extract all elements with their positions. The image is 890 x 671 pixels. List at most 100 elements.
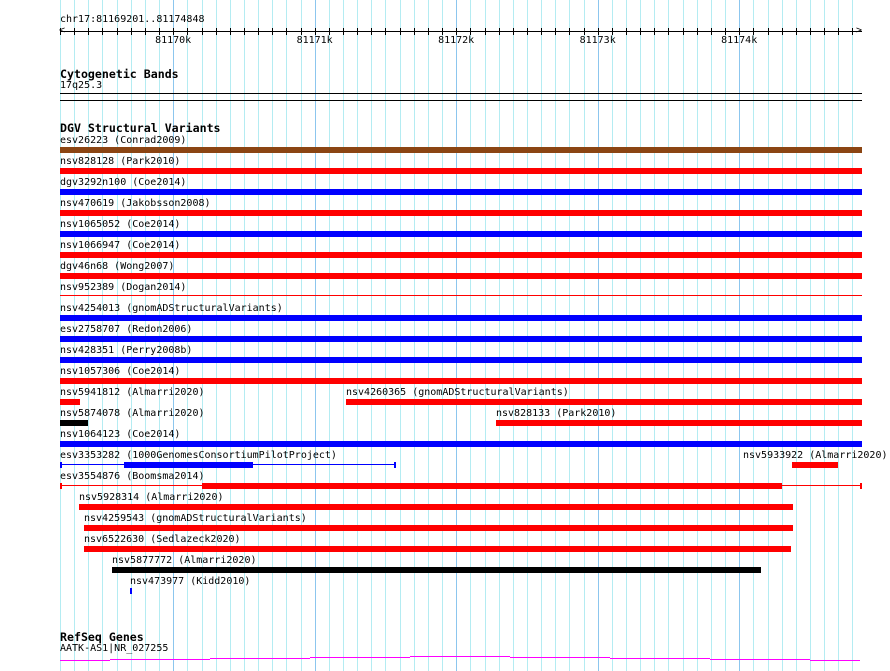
variant-bar[interactable] (792, 462, 839, 468)
variant-label: nsv1057306 (Coe2014) (60, 366, 181, 377)
gene-line-segment (810, 660, 860, 661)
variant-bar[interactable] (345, 399, 862, 405)
ruler-tick (626, 28, 627, 35)
ruler-tick (88, 28, 89, 35)
ruler-tick (202, 28, 203, 35)
ruler-tick (739, 28, 740, 35)
ruler-tick (145, 28, 146, 35)
variant-label: nsv952389 (Dogan2014) (60, 282, 187, 293)
ruler-tick (654, 28, 655, 35)
variant-label: dgv3292n100 (Coe2014) (60, 177, 187, 188)
variant-bar[interactable] (60, 399, 80, 405)
variant-bar[interactable] (60, 189, 862, 195)
variant-bar[interactable] (495, 420, 862, 426)
ruler-tick (230, 28, 231, 35)
track-title: RefSeq Genes (60, 630, 144, 644)
ruler-tick (343, 28, 344, 35)
variant-label: nsv4260365 (gnomADStructuralVariants) (346, 387, 569, 398)
variant-bar[interactable] (111, 567, 762, 573)
ruler-tick (60, 28, 61, 35)
ruler-tick (428, 28, 429, 35)
variant-label: nsv1064123 (Coe2014) (60, 429, 181, 440)
ruler-tick-label: 81171k (296, 35, 333, 46)
ruler-tick (555, 28, 556, 35)
variant-bar[interactable] (60, 295, 862, 296)
ruler-tick (258, 28, 259, 35)
band-label: 17q25.3 (60, 80, 103, 91)
variant-bar[interactable] (60, 147, 862, 153)
variant-label: nsv5874078 (Almarri2020) (60, 408, 205, 419)
variant-bar[interactable] (84, 546, 792, 552)
ruler-tick (753, 28, 754, 35)
ruler-tick (301, 28, 302, 35)
variant-bar[interactable] (60, 210, 862, 216)
variant-label: nsv1066947 (Coe2014) (60, 240, 181, 251)
variant-end-tick (393, 462, 396, 468)
ruler-tick-label: 81174k (721, 35, 758, 46)
ruler-tick (768, 28, 769, 35)
arrow-right-icon: > (856, 25, 863, 36)
ruler-tick (315, 28, 316, 35)
variant-bar[interactable] (60, 378, 862, 384)
ruler-tick (527, 28, 528, 35)
variant-bar[interactable] (84, 525, 793, 531)
variant-label: nsv5877772 (Almarri2020) (112, 555, 257, 566)
gene-line-segment (310, 657, 410, 658)
variant-label: nsv5941812 (Almarri2020) (60, 387, 205, 398)
variant-bar[interactable] (60, 336, 862, 342)
variant-label: esv2758707 (Redon2006) (60, 324, 193, 335)
ruler-tick (697, 28, 698, 35)
ruler-tick (400, 28, 401, 35)
variant-label: nsv1065052 (Coe2014) (60, 219, 181, 230)
variant-label: nsv4254013 (gnomADStructuralVariants) (60, 303, 283, 314)
ruler-tick (541, 28, 542, 35)
variant-label: nsv4259543 (gnomADStructuralVariants) (84, 513, 307, 524)
variant-bar[interactable] (60, 231, 862, 237)
band-line-top (60, 93, 862, 94)
variant-bar[interactable] (129, 588, 132, 594)
ruler-tick (810, 28, 811, 35)
ruler-tick (329, 28, 330, 35)
gene-line-segment (410, 656, 510, 657)
ruler-tick (187, 28, 188, 35)
ruler-tick (711, 28, 712, 35)
variant-bar[interactable] (123, 462, 253, 468)
gene-line-segment (710, 659, 810, 660)
track-title: Cytogenetic Bands (60, 67, 179, 81)
ruler-tick (442, 28, 443, 35)
variant-bar[interactable] (60, 168, 862, 174)
variant-bar[interactable] (60, 441, 862, 447)
ruler-tick (725, 28, 726, 35)
ruler-tick (513, 28, 514, 35)
ruler-tick (824, 28, 825, 35)
ruler-tick (286, 28, 287, 35)
ruler-tick (852, 28, 853, 35)
ruler-tick (796, 28, 797, 35)
ruler-tick (640, 28, 641, 35)
variant-bar[interactable] (78, 504, 793, 510)
variant-bar[interactable] (60, 273, 862, 279)
gene-line-segment (110, 659, 210, 660)
variant-bar[interactable] (60, 252, 862, 258)
gene-line-segment (510, 657, 610, 658)
ruler-tick (683, 28, 684, 35)
ruler-tick (371, 28, 372, 35)
variant-bar[interactable] (60, 315, 862, 321)
ruler-tick (159, 28, 160, 35)
variant-bar[interactable] (60, 357, 862, 363)
variant-bar[interactable] (201, 483, 782, 489)
variant-bar[interactable] (60, 420, 89, 426)
band-line-bottom (60, 100, 862, 101)
ruler-tick (117, 28, 118, 35)
ruler-tick (414, 28, 415, 35)
ruler-tick (668, 28, 669, 35)
ruler-tick (131, 28, 132, 35)
variant-label: esv26223 (Conrad2009) (60, 135, 187, 146)
gene-label[interactable]: AATK-AS1|NR_027255 (60, 643, 168, 654)
ruler-tick (102, 28, 103, 35)
variant-label: nsv5928314 (Almarri2020) (79, 492, 224, 503)
variant-label: esv3554876 (Boomsma2014) (60, 471, 205, 482)
ruler-tick (499, 28, 500, 35)
ruler-tick (74, 28, 75, 35)
ruler-tick (173, 28, 174, 35)
